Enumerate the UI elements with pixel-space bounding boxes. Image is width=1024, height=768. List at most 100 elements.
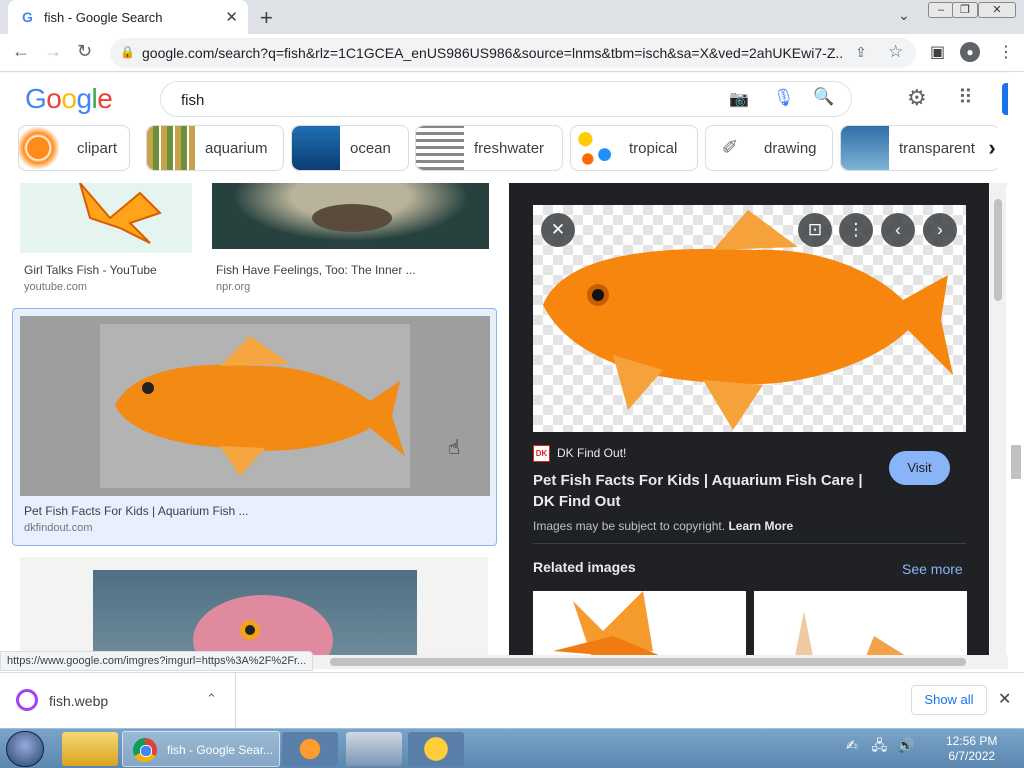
result-title[interactable]: Fish Have Feelings, Too: The Inner ... [216,263,416,277]
panel-scrollbar[interactable] [990,183,1006,655]
horizontal-scroll-thumb[interactable] [330,658,966,666]
search-icon[interactable]: 🔍 [813,87,834,107]
back-arrow-icon[interactable]: ← [12,41,30,62]
browser-tab-active[interactable]: G fish - Google Search ✕ [8,0,248,34]
minimize-window-button[interactable]: – [928,2,954,18]
browser-toolbar: ← → ↻ 🔒 google.com/search?q=fish&rlz=1C1… [0,34,1024,72]
related-goldfish-graphic [795,611,905,655]
chip-ocean[interactable]: ocean [291,125,409,171]
chip-tropical[interactable]: tropical [570,125,698,171]
divider [533,543,966,544]
media-player-icon[interactable] [282,732,338,766]
next-image-icon[interactable]: › [923,213,957,247]
camera-search-icon[interactable]: 📷 [729,89,749,109]
profile-avatar-icon[interactable]: ● [960,42,980,62]
taskbar-chrome-button[interactable]: fish - Google Sear... [122,731,280,767]
chip-label: aquarium [205,140,268,157]
network-icon[interactable]: 🖧 [872,737,888,753]
apps-grid-icon[interactable]: ⠿ [958,85,973,110]
show-all-downloads-button[interactable]: Show all [911,685,987,715]
system-tray: ✍ 🖧 🔊 [846,735,915,759]
browser-tab-strip: G fish - Google Search ✕ + ⌄ – ❐ ✕ [0,0,1024,34]
tab-close-icon[interactable]: ✕ [225,8,238,26]
clipart-thumbnail [19,126,67,170]
result-image-red-fish[interactable] [93,570,417,655]
result-image-pufferfish[interactable] [212,183,489,249]
chips-next-chevron-icon[interactable]: › [976,128,1008,168]
download-filename[interactable]: fish.webp [49,693,108,709]
search-inside-image-icon[interactable]: ⊡ [798,213,832,247]
chip-label: tropical [629,140,678,157]
remote-desktop-icon[interactable] [346,732,402,766]
new-tab-plus-icon[interactable]: + [260,5,273,31]
close-download-bar-icon[interactable]: ✕ [998,689,1011,709]
volume-icon[interactable]: 🔊 [897,737,914,753]
result-image-girl-talks-fish[interactable] [20,183,192,253]
download-file-icon [16,689,38,711]
tab-title: fish - Google Search [44,10,163,25]
microphone-icon[interactable]: 🎙 [773,88,795,108]
google-header: Google fish 📷 🎙 🔍 ⚙ ⠿ clipart aquarium o… [0,73,1010,183]
result-title[interactable]: Pet Fish Facts For Kids | Aquarium Fish … [24,504,249,518]
result-source[interactable]: npr.org [216,281,250,293]
previous-image-icon[interactable]: ‹ [881,213,915,247]
google-logo[interactable]: Google [25,83,113,115]
bookmark-star-icon[interactable]: ☆ [888,42,903,62]
panel-scroll-thumb[interactable] [994,199,1002,301]
related-image-2[interactable] [754,591,967,655]
side-panel-icon[interactable]: ▣ [930,42,945,62]
chip-drawing[interactable]: ✐ drawing [705,125,833,171]
page-scroll-thumb[interactable] [1011,445,1021,479]
address-bar[interactable]: 🔒 google.com/search?q=fish&rlz=1C1GCEA_e… [110,38,916,68]
browser-menu-kebab-icon[interactable]: ⋮ [998,42,1014,62]
address-url[interactable]: google.com/search?q=fish&rlz=1C1GCEA_enU… [142,45,842,61]
visit-button[interactable]: Visit [889,451,950,485]
panel-title[interactable]: Pet Fish Facts For Kids | Aquarium Fish … [533,470,873,512]
result-card-bottom[interactable] [20,557,488,655]
settings-gear-icon[interactable]: ⚙ [907,85,927,111]
image-preview-panel: ✕ ⊡ ⋮ ‹ › DK DK Find Out! Pet Fish Facts… [509,183,989,655]
chip-aquarium[interactable]: aquarium [146,125,284,171]
learn-more-link[interactable]: Learn More [728,519,793,533]
result-title[interactable]: Girl Talks Fish - YouTube [24,263,157,277]
red-fish-graphic [193,595,333,655]
more-options-icon[interactable]: ⋮ [839,213,873,247]
share-icon[interactable]: ⇪ [855,44,867,61]
tropical-thumbnail [571,126,619,170]
close-window-button[interactable]: ✕ [978,2,1016,18]
related-images-heading: Related images [533,559,636,575]
ocean-thumbnail [292,126,340,170]
tab-search-chevron-icon[interactable]: ⌄ [898,7,910,24]
selected-result-card[interactable]: Pet Fish Facts For Kids | Aquarium Fish … [12,308,497,546]
notes-pen-icon[interactable]: ✍ [846,737,858,753]
clipart-fish-fin-graphic [79,183,162,244]
chip-clipart[interactable]: clipart [18,125,130,171]
download-bar: fish.webp ⌃ Show all ✕ [0,672,1024,729]
forward-arrow-icon[interactable]: → [44,41,62,62]
search-input[interactable]: fish [181,92,204,109]
file-explorer-icon[interactable] [62,732,118,766]
download-options-chevron-icon[interactable]: ⌃ [206,691,217,707]
system-clock[interactable]: 12:56 PM 6/7/2022 [946,734,997,764]
chip-freshwater[interactable]: freshwater [415,125,563,171]
lock-icon[interactable]: 🔒 [120,45,135,59]
close-panel-icon[interactable]: ✕ [541,213,575,247]
aquarium-thumbnail [147,126,195,170]
image-results-grid: Girl Talks Fish - YouTube youtube.com Fi… [0,183,508,655]
result-source[interactable]: dkfindout.com [24,522,92,534]
search-box[interactable]: fish 📷 🎙 🔍 [160,81,852,117]
goldfish-graphic [115,336,405,476]
related-image-1[interactable] [533,591,746,655]
pufferfish-mouth-graphic [312,204,392,232]
start-button[interactable] [6,731,44,767]
panel-source-name[interactable]: DK Find Out! [557,446,626,460]
see-more-link[interactable]: See more [902,561,963,577]
download-item[interactable]: fish.webp ⌃ [0,673,236,729]
app-lock-icon[interactable] [408,732,464,766]
page-scrollbar[interactable] [1008,73,1024,668]
clock-time: 12:56 PM [946,734,998,748]
reload-icon[interactable]: ↻ [77,41,92,62]
restore-window-button[interactable]: ❐ [952,2,978,18]
result-source[interactable]: youtube.com [24,281,87,293]
result-image-goldfish[interactable] [20,316,490,496]
